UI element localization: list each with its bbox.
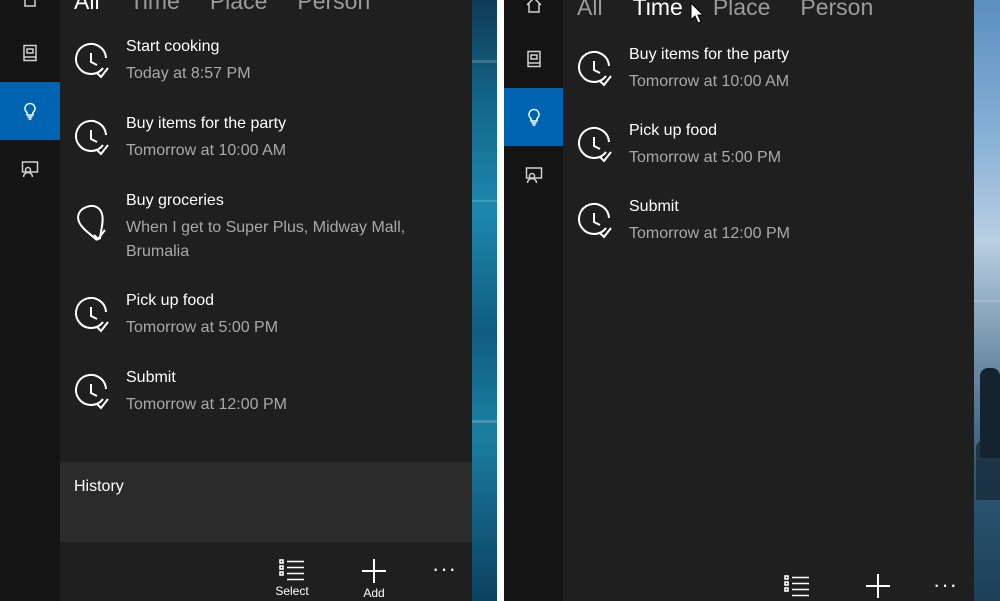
reminder-title: Buy groceries [126, 192, 224, 209]
list-item[interactable]: Pick up food Tomorrow at 5:00 PM [60, 292, 472, 352]
list-select-icon [279, 559, 304, 581]
reminder-detail: Today at 8:57 PM [126, 65, 251, 82]
rail-item-feedback[interactable] [504, 146, 563, 204]
reminder-title: Buy items for the party [126, 115, 287, 132]
add-button[interactable] [848, 573, 908, 599]
reminder-title: Pick up food [126, 292, 215, 309]
desktop-wallpaper [472, 0, 497, 601]
reminder-detail: Tomorrow at 5:00 PM [126, 319, 279, 336]
plus-icon [362, 559, 386, 583]
lightbulb-icon [527, 108, 540, 126]
clock-check-icon [578, 126, 612, 163]
clock-check-icon [75, 296, 109, 333]
clock-check-icon [578, 202, 612, 239]
reminders-panel: All Time Place Person Buy items for the … [563, 0, 974, 601]
notebook-icon [23, 44, 37, 62]
notebook-icon [526, 50, 541, 68]
rail-item-notebook[interactable] [504, 30, 563, 88]
reminder-detail: Tomorrow at 10:00 AM [629, 73, 790, 90]
list-item[interactable]: Buy groceries When I get to Super Plus, … [60, 192, 472, 272]
reminder-person-icon [21, 161, 39, 178]
reminder-title: Submit [629, 198, 679, 215]
list-select-icon [784, 575, 809, 597]
image-divider [497, 0, 504, 601]
command-bar: Select Add ··· [60, 542, 472, 601]
list-item[interactable]: Buy items for the party Tomorrow at 10:0… [563, 46, 974, 106]
list-item[interactable]: Pick up food Tomorrow at 5:00 PM [563, 122, 974, 182]
reminder-filter-tabs: All Time Place Person [577, 0, 873, 21]
tab-person[interactable]: Person [800, 0, 873, 21]
list-item[interactable]: Submit Tomorrow at 12:00 PM [563, 198, 974, 258]
mouse-cursor-icon [690, 2, 704, 24]
navigation-rail [0, 0, 60, 601]
rail-item-notebook[interactable] [0, 24, 60, 82]
command-bar: ··· [563, 560, 974, 601]
add-button[interactable]: Add [344, 558, 404, 600]
history-section[interactable]: History [60, 462, 472, 542]
reminder-detail: Tomorrow at 5:00 PM [629, 149, 782, 166]
desktop-wallpaper [974, 0, 1000, 601]
cortana-notebook-pane-time: All Time Place Person Buy items for the … [504, 0, 1000, 601]
lightbulb-icon [24, 102, 36, 120]
tab-person[interactable]: Person [297, 0, 370, 15]
location-pin-icon [77, 204, 106, 241]
wallpaper-highlight [974, 300, 1000, 302]
cortana-notebook-pane-all: All Time Place Person Start cooking Toda… [0, 0, 497, 601]
tab-place[interactable]: Place [210, 0, 268, 15]
more-options-button[interactable]: ··· [933, 572, 958, 598]
wallpaper-highlight [472, 60, 497, 63]
reminder-detail: When I get to Super Plus, Midway Mall, B… [126, 219, 406, 260]
wallpaper-highlight [472, 200, 497, 202]
rail-item-reminders[interactable] [504, 88, 563, 146]
reminder-detail: Tomorrow at 12:00 PM [629, 225, 790, 242]
reminder-detail: Tomorrow at 10:00 AM [126, 142, 287, 159]
reminder-person-icon [525, 167, 542, 184]
reminder-title: Submit [126, 369, 176, 386]
home-icon [525, 0, 542, 13]
select-button[interactable] [767, 574, 827, 598]
rail-item-reminders[interactable] [0, 82, 60, 140]
rail-item-home[interactable] [504, 0, 563, 34]
history-heading: History [74, 478, 124, 495]
wallpaper-person-silhouette [976, 440, 1000, 500]
tab-place[interactable]: Place [713, 0, 771, 21]
tab-all[interactable]: All [74, 0, 100, 15]
more-options-button[interactable]: ··· [432, 556, 457, 582]
plus-icon [866, 574, 890, 598]
list-item[interactable]: Buy items for the party Tomorrow at 10:0… [60, 115, 472, 175]
tab-time[interactable]: Time [130, 0, 180, 15]
reminder-filter-tabs: All Time Place Person [74, 0, 370, 15]
tab-all[interactable]: All [577, 0, 603, 21]
wallpaper-highlight [472, 420, 497, 423]
navigation-rail [504, 0, 563, 601]
clock-check-icon [75, 119, 109, 156]
reminder-title: Buy items for the party [629, 46, 790, 63]
rail-item-feedback[interactable] [0, 140, 60, 198]
home-icon [24, 0, 36, 7]
reminder-detail: Tomorrow at 12:00 PM [126, 396, 287, 413]
tab-time[interactable]: Time [633, 0, 683, 21]
add-label: Add [363, 586, 385, 600]
clock-check-icon [75, 42, 109, 79]
clock-check-icon [75, 373, 109, 410]
list-item[interactable]: Submit Tomorrow at 12:00 PM [60, 369, 472, 429]
reminder-title: Pick up food [629, 122, 718, 139]
select-button[interactable]: Select [262, 558, 322, 598]
reminders-panel: All Time Place Person Start cooking Toda… [60, 0, 472, 601]
select-label: Select [275, 584, 309, 598]
clock-check-icon [578, 50, 612, 87]
list-item[interactable]: Start cooking Today at 8:57 PM [60, 38, 472, 98]
reminder-title: Start cooking [126, 38, 220, 55]
